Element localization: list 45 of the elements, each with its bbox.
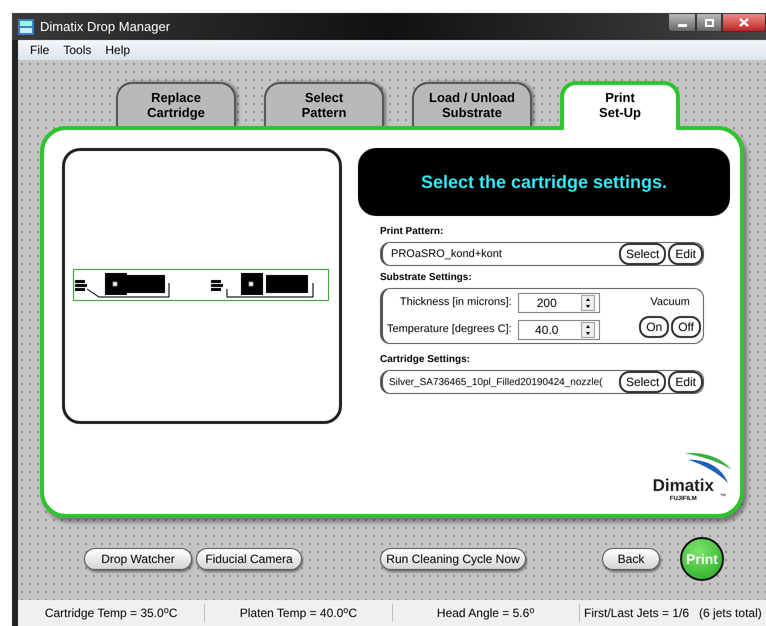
tab[interactable]: Load / Unload Substrate — [412, 82, 532, 126]
cartridge-field[interactable]: Silver_SA736465_10pl_Filled20190424_nozzle( — [389, 374, 617, 390]
status-text: Platen Temp = 40.0$^{o}$C — [204, 604, 392, 622]
pattern-button[interactable]: Select — [618, 243, 666, 265]
cartridge-field-frame[interactable]: Silver_SA736465_10pl_Filled20190424_nozzle( Select Edit — [380, 370, 704, 394]
pattern-button[interactable]: Edit — [668, 243, 703, 265]
thickness-field[interactable]: 200 — [518, 292, 600, 312]
tab[interactable]: Replace Cartridge — [116, 82, 236, 126]
spin-value-input[interactable]: 40.0 — [518, 320, 575, 338]
section-label: Substrate Settings: — [380, 271, 473, 285]
drop-watcher-button[interactable]: Drop Watcher — [84, 548, 192, 570]
status-text: Cartridge Temp = 35.0$^{o}$C — [44, 604, 178, 622]
menu-item[interactable]: Help — [105, 41, 130, 60]
tab[interactable]: Print Set-Up — [560, 81, 680, 130]
vacuum-button[interactable]: On — [639, 316, 670, 338]
spin-arrows-icon[interactable] — [580, 294, 595, 310]
spin-value-input[interactable]: 200 — [518, 294, 575, 312]
thickness-label: Thickness [in microns]: — [400, 295, 512, 310]
cartridge-button[interactable]: Edit — [668, 371, 703, 393]
pattern-field-frame[interactable]: PROaSRO_kond+kont Select Edit — [380, 242, 704, 266]
menu-item[interactable]: Tools — [63, 41, 92, 60]
cleaning-cycle-button[interactable]: Run Cleaning Cycle Now — [380, 548, 526, 570]
window-title: Dimatix Drop Manager — [40, 18, 170, 36]
vacuum-label: Vacuum — [650, 294, 690, 310]
pattern-field[interactable]: PROaSRO_kond+kont — [391, 246, 617, 262]
close-icon — [739, 18, 749, 27]
status-text: First/Last Jets = 1/6 (6 jets total) — [578, 604, 766, 622]
menu-item[interactable]: File — [30, 41, 50, 60]
close-button[interactable] — [722, 13, 766, 32]
temperature-field[interactable]: 40.0 — [518, 320, 600, 340]
section-label: Cartridge Settings: — [380, 353, 472, 367]
maximize-button[interactable] — [696, 13, 722, 32]
cartridge-button[interactable]: Select — [618, 371, 666, 393]
back-button[interactable]: Back — [602, 548, 660, 570]
status-text: Head Angle = 5.6$^{o}$ — [392, 604, 579, 622]
instruction-heading: Select the cartridge settings. — [420, 170, 668, 194]
temperature-label: Temperature [degrees C]: — [387, 322, 512, 338]
logo-name: Dimatix — [652, 477, 714, 494]
section-label: Print Pattern: — [380, 225, 444, 239]
fiducial-camera-button[interactable]: Fiducial Camera — [196, 548, 302, 570]
spin-arrows-icon[interactable] — [580, 322, 595, 338]
tab[interactable]: Select Pattern — [264, 82, 384, 126]
app-icon — [18, 18, 34, 35]
vacuum-button[interactable]: Off — [671, 316, 701, 338]
minimize-button[interactable] — [668, 13, 696, 32]
